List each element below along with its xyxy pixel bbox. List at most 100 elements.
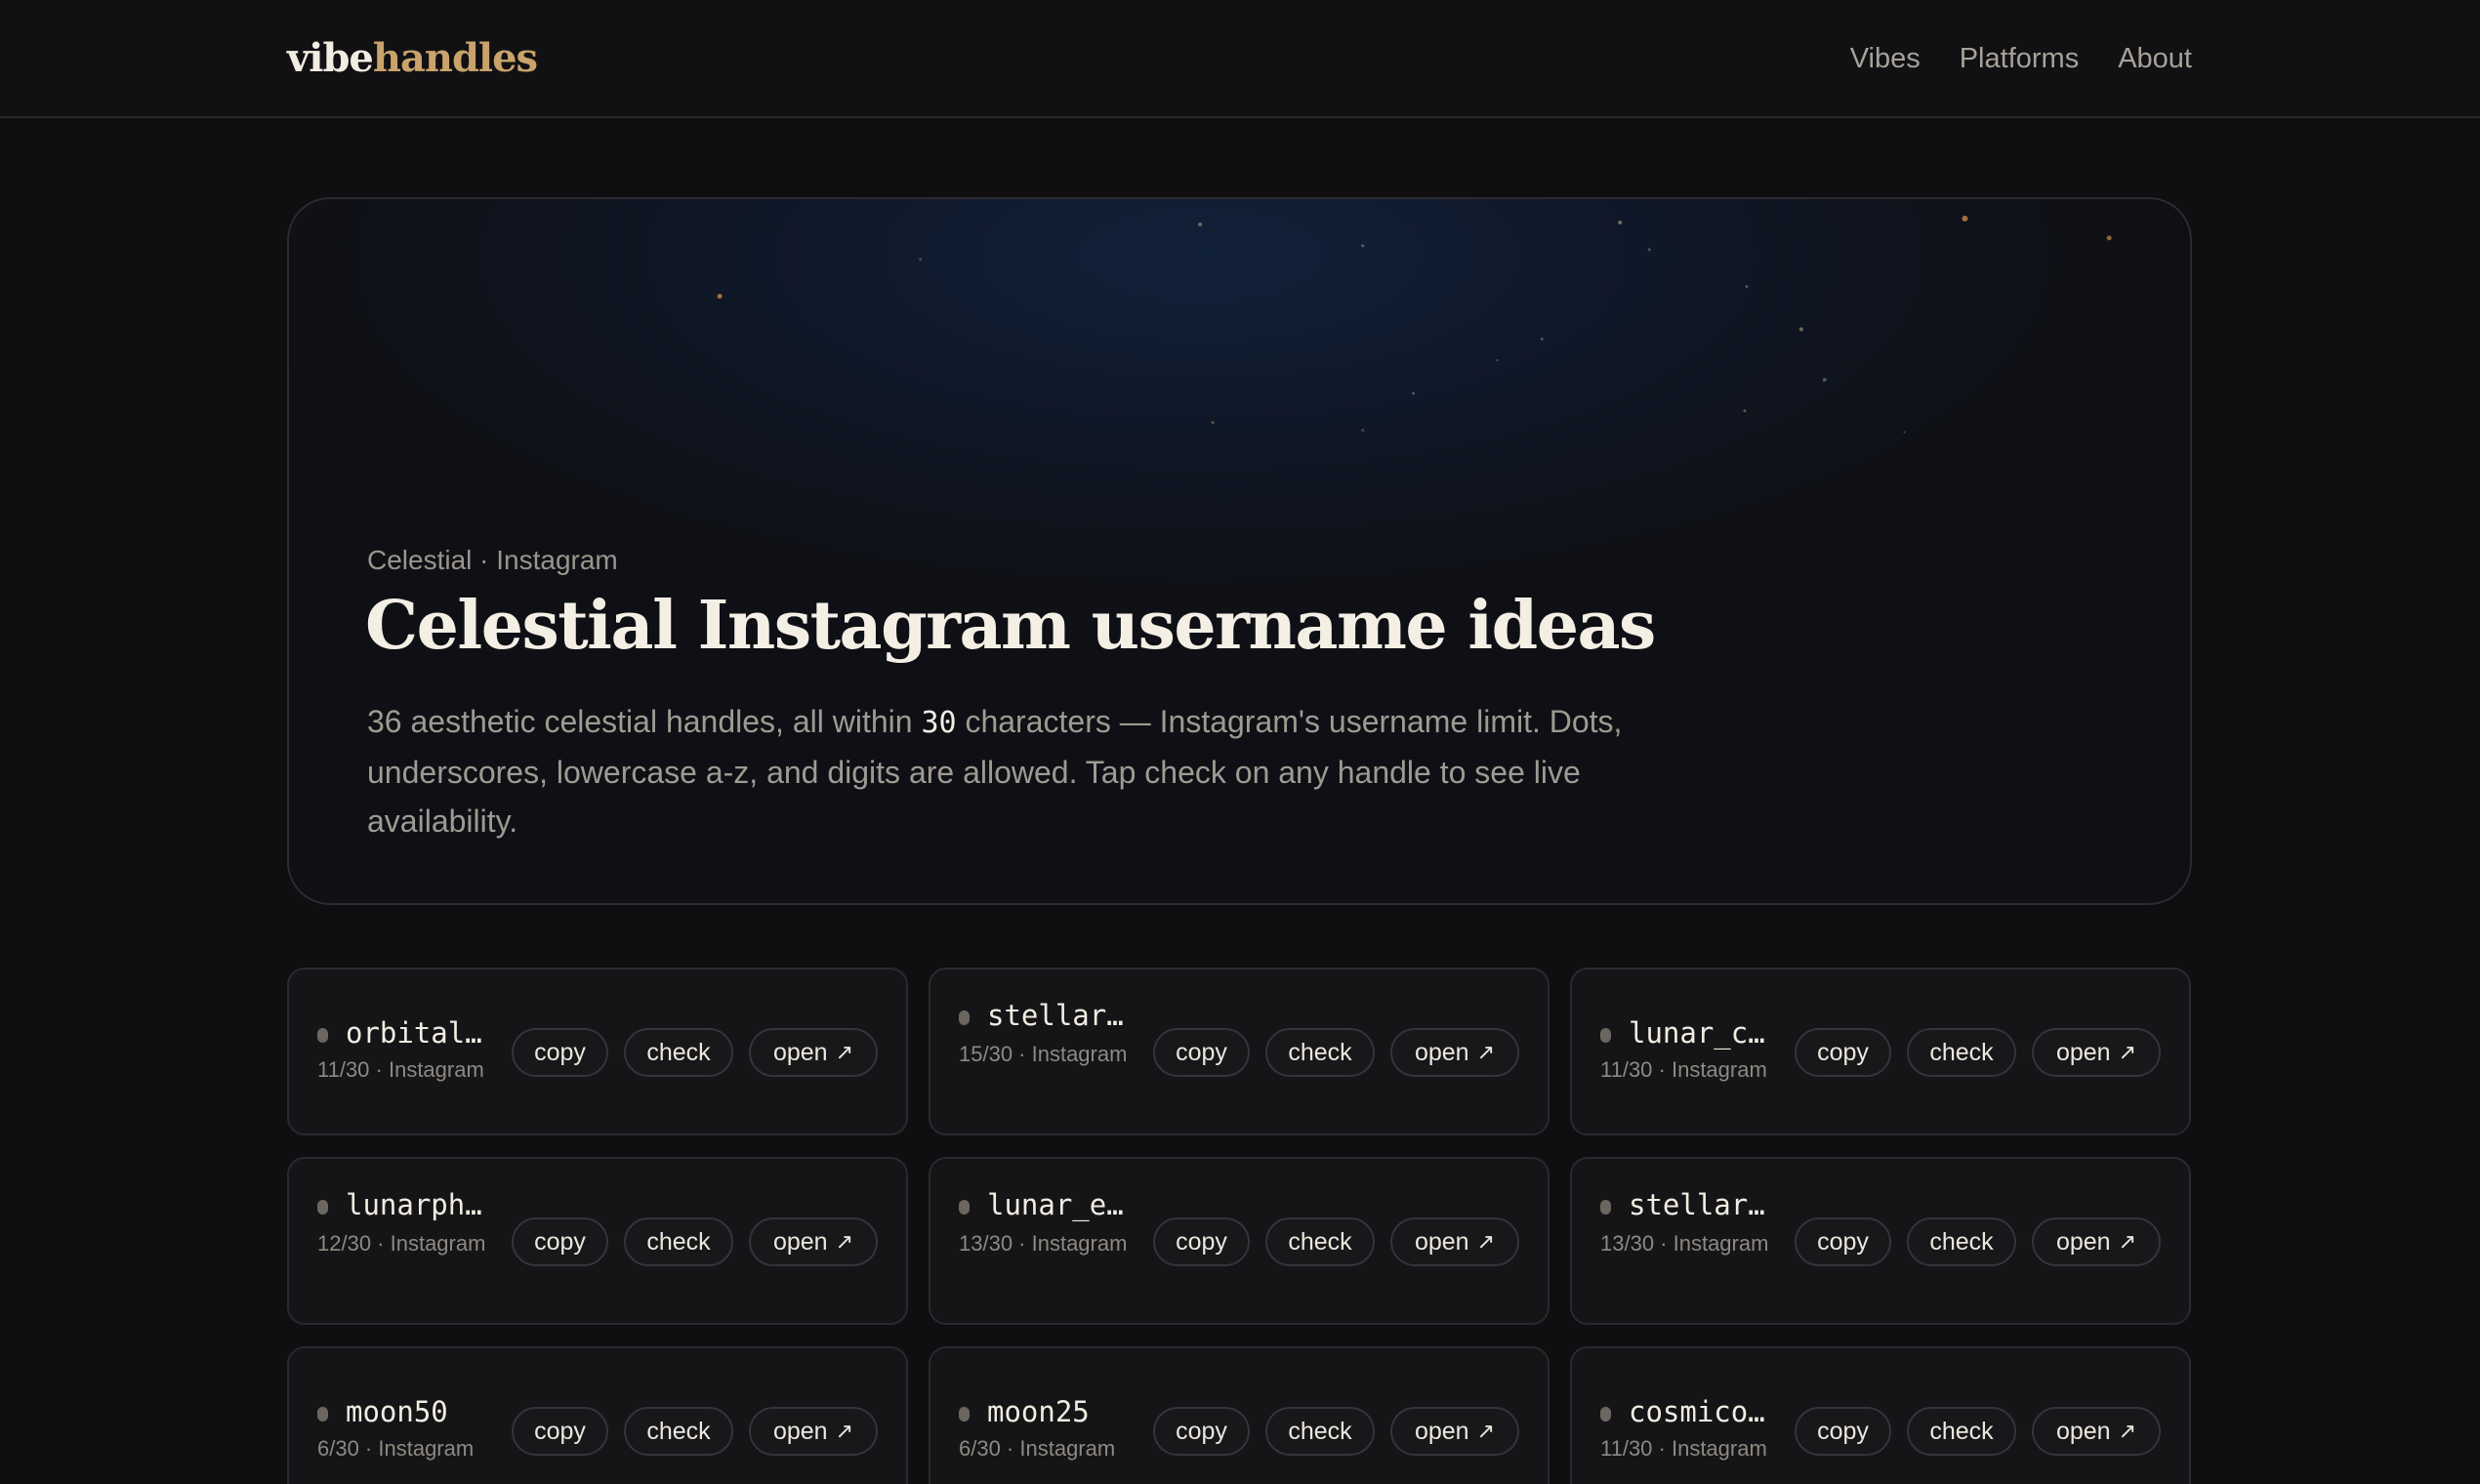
copy-button[interactable]: copy [1795,1217,1891,1266]
open-button[interactable]: open ↗ [749,1217,878,1266]
open-button[interactable]: open ↗ [1390,1217,1519,1266]
page-title: Celestial Instagram username ideas [365,587,1656,665]
availability-dot [1600,1407,1611,1422]
check-button[interactable]: check [624,1407,733,1456]
external-link-icon: ↗ [1476,1419,1496,1443]
open-label: open [772,1417,828,1445]
check-button[interactable]: check [1265,1407,1375,1456]
copy-button[interactable]: copy [1795,1028,1891,1077]
handle-actions: copy check open ↗ [512,1028,878,1077]
logo-part-handles: handles [372,35,538,81]
external-link-icon: ↗ [1476,1040,1496,1064]
open-button[interactable]: open ↗ [749,1028,878,1077]
handle-actions: copy check open ↗ [512,1407,878,1456]
handle-meta: 13/30 · Instagram [959,1231,1128,1256]
handle-name: moon25 [987,1395,1090,1428]
open-label: open [1414,1038,1469,1066]
handle-grid: orbital… 11/30 · Instagram copy check op… [287,968,2192,1484]
handle-meta: 15/30 · Instagram [959,1042,1128,1066]
handle-actions: copy check open ↗ [1153,1217,1519,1266]
character-limit-value: 30 [921,706,957,740]
external-link-icon: ↗ [835,1229,854,1254]
availability-dot [959,1010,970,1025]
open-button[interactable]: open ↗ [1390,1028,1519,1077]
open-label: open [2055,1038,2111,1066]
open-label: open [772,1227,828,1256]
copy-button[interactable]: copy [1795,1407,1891,1456]
handle-name: lunar_e… [987,1188,1124,1221]
check-button[interactable]: check [1265,1217,1375,1266]
handle-card: lunar_c… 11/30 · Instagram copy check op… [1570,968,2191,1135]
availability-dot [959,1407,970,1422]
availability-dot [317,1028,328,1043]
handle-meta: 11/30 · Instagram [1600,1436,1767,1461]
external-link-icon: ↗ [835,1419,854,1443]
handle-meta: 12/30 · Instagram [317,1231,486,1256]
handle-name: stellar… [1629,1188,1765,1221]
top-bar: vibehandles Vibes Platforms About [0,0,2480,118]
handle-actions: copy check open ↗ [1795,1028,2161,1077]
handle-meta: 11/30 · Instagram [317,1057,484,1082]
external-link-icon: ↗ [835,1040,854,1064]
handle-name: moon50 [346,1395,448,1428]
handle-actions: copy check open ↗ [1795,1407,2161,1456]
open-label: open [1414,1417,1469,1445]
handle-name: cosmico… [1629,1395,1765,1428]
copy-button[interactable]: copy [1153,1028,1250,1077]
hero-banner: Celestial · Instagram Celestial Instagra… [287,197,2192,905]
copy-button[interactable]: copy [512,1217,608,1266]
handle-card: moon50 6/30 · Instagram copy check open ↗ [287,1346,908,1484]
external-link-icon: ↗ [1476,1229,1496,1254]
handle-actions: copy check open ↗ [1153,1028,1519,1077]
handle-card: moon25 6/30 · Instagram copy check open ↗ [929,1346,1550,1484]
copy-button[interactable]: copy [512,1407,608,1456]
handle-actions: copy check open ↗ [512,1217,878,1266]
external-link-icon: ↗ [2118,1229,2137,1254]
availability-dot [1600,1028,1611,1043]
handle-name: lunar_c… [1629,1016,1765,1050]
open-button[interactable]: open ↗ [2032,1217,2161,1266]
handle-meta: 6/30 · Instagram [317,1436,475,1461]
check-button[interactable]: check [1907,1407,2016,1456]
handle-name: orbital… [346,1016,482,1050]
copy-button[interactable]: copy [1153,1407,1250,1456]
check-button[interactable]: check [1907,1028,2016,1077]
check-button[interactable]: check [1265,1028,1375,1077]
handle-card: stellar… 13/30 · Instagram copy check op… [1570,1157,2191,1325]
open-label: open [772,1038,828,1066]
external-link-icon: ↗ [2118,1040,2137,1064]
hero-breadcrumb: Celestial · Instagram [367,545,618,575]
nav-link-vibes[interactable]: Vibes [1850,37,1921,80]
nav-link-about[interactable]: About [2118,37,2192,80]
handle-name: stellar… [987,999,1124,1032]
handle-meta: 13/30 · Instagram [1600,1231,1769,1256]
copy-button[interactable]: copy [512,1028,608,1077]
availability-dot [959,1200,970,1215]
hero-description-text-1: 36 aesthetic celestial handles, all with… [367,704,922,739]
availability-dot [317,1200,328,1215]
handle-card: stellar… 15/30 · Instagram copy check op… [929,968,1550,1135]
open-label: open [2055,1417,2111,1445]
check-button[interactable]: check [1907,1217,2016,1266]
site-logo[interactable]: vibehandles [287,33,538,84]
check-button[interactable]: check [624,1217,733,1266]
open-button[interactable]: open ↗ [2032,1407,2161,1456]
nav-link-platforms[interactable]: Platforms [1960,37,2079,80]
handle-card: lunar_e… 13/30 · Instagram copy check op… [929,1157,1550,1325]
handle-actions: copy check open ↗ [1795,1217,2161,1266]
check-button[interactable]: check [624,1028,733,1077]
open-button[interactable]: open ↗ [2032,1028,2161,1077]
handle-meta: 6/30 · Instagram [959,1436,1116,1461]
handle-name: lunarph… [346,1188,482,1221]
main-nav: Vibes Platforms About [1850,37,2192,80]
open-button[interactable]: open ↗ [1390,1407,1519,1456]
availability-dot [1600,1200,1611,1215]
hero-description: 36 aesthetic celestial handles, all with… [367,697,1666,845]
logo-part-vibe: vibe [287,35,374,81]
handle-card: orbital… 11/30 · Instagram copy check op… [287,968,908,1135]
copy-button[interactable]: copy [1153,1217,1250,1266]
handle-card: lunarph… 12/30 · Instagram copy check op… [287,1157,908,1325]
handle-actions: copy check open ↗ [1153,1407,1519,1456]
availability-dot [317,1407,328,1422]
open-button[interactable]: open ↗ [749,1407,878,1456]
